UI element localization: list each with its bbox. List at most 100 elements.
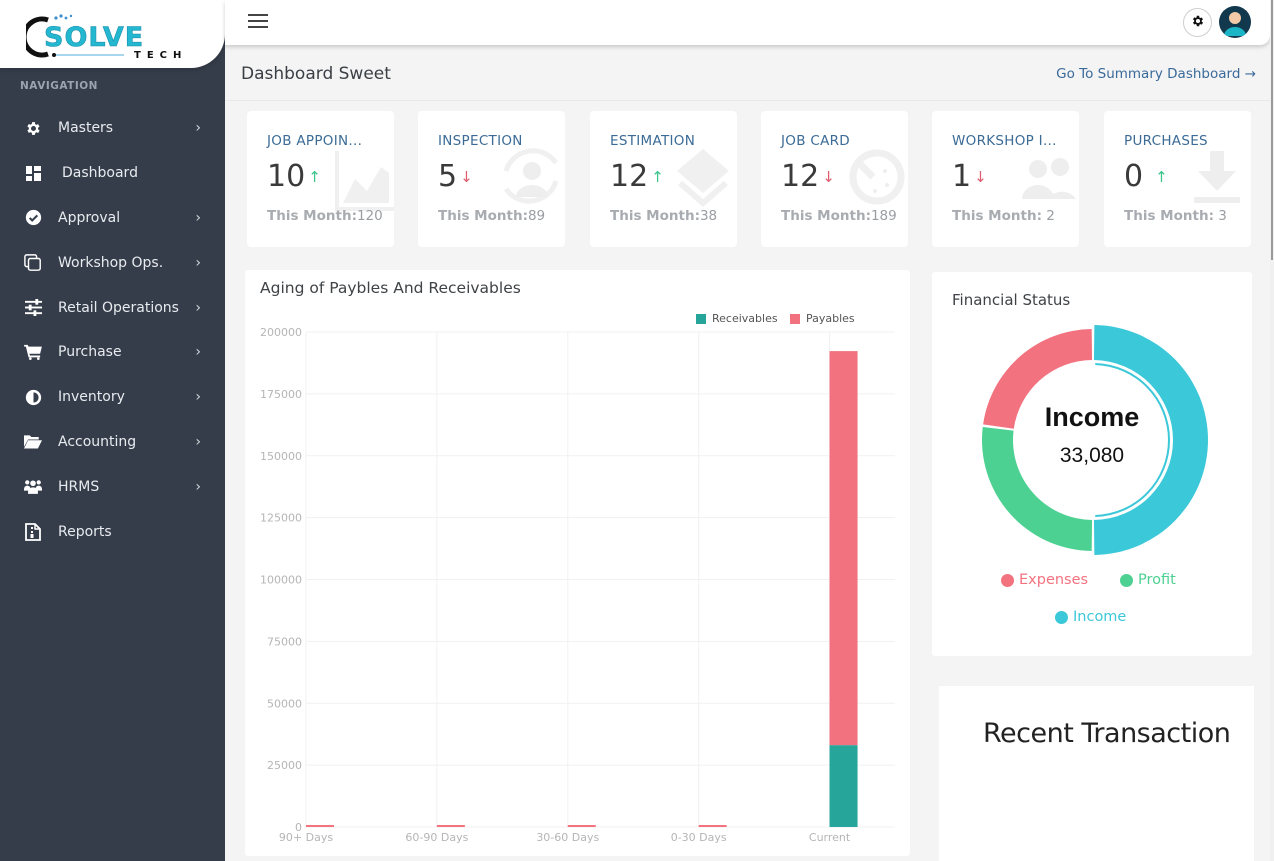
- x-tick-label: 30-60 Days: [536, 831, 599, 844]
- stopwatch-icon: [849, 149, 905, 205]
- chevron-right-icon: ›: [195, 433, 201, 450]
- user-icon: [1224, 12, 1246, 36]
- stat-month: This Month: 2: [952, 208, 1055, 224]
- month-value: 2: [1041, 208, 1055, 224]
- month-value: 38: [699, 208, 718, 224]
- bar-receivables: [829, 745, 858, 827]
- chevron-right-icon: ›: [195, 299, 201, 316]
- logo-text: SOLVE: [44, 22, 144, 53]
- legend-income[interactable]: Income: [1055, 609, 1126, 625]
- month-value: 89: [527, 208, 546, 224]
- sidebar-item-inventory[interactable]: Inventory ›: [0, 375, 225, 420]
- legend-label: Profit: [1138, 572, 1176, 588]
- sidebar-item-label: Masters: [58, 120, 114, 137]
- stat-title: JOB CARD: [781, 133, 850, 149]
- stat-card-workshop[interactable]: WORKSHOP I... 1 ↓ This Month: 2: [932, 111, 1079, 247]
- sidebar-item-label: Reports: [58, 523, 112, 540]
- arrow-down-icon: ↓: [460, 168, 473, 186]
- arrow-up-icon: ↑: [308, 168, 321, 186]
- sidebar-item-accounting[interactable]: Accounting ›: [0, 420, 225, 465]
- stat-card-estimation[interactable]: ESTIMATION 12 ↑ This Month:38: [590, 111, 737, 247]
- sidebar-item-masters[interactable]: Masters ›: [0, 106, 225, 151]
- sidebar-item-retail-operations[interactable]: Retail Operations ›: [0, 285, 225, 330]
- gear-icon: [1191, 13, 1205, 32]
- month-value: 3: [1213, 208, 1227, 224]
- menu-toggle-icon[interactable]: [248, 14, 268, 30]
- download-icon: [1194, 151, 1240, 203]
- bar-payables: [698, 825, 727, 827]
- x-tick-label: Current: [809, 831, 851, 844]
- legend-label: Expenses: [1019, 572, 1089, 588]
- y-tick-label: 200000: [260, 326, 302, 339]
- stat-month: This Month:38: [610, 208, 717, 224]
- settings-button[interactable]: [1183, 8, 1212, 37]
- stat-month: This Month:120: [267, 208, 383, 224]
- month-label: This Month:: [610, 208, 700, 224]
- page-scrollbar[interactable]: [1270, 0, 1274, 861]
- sidebar-item-dashboard[interactable]: Dashboard: [0, 151, 225, 196]
- sidebar-item-reports[interactable]: Reports: [0, 509, 225, 554]
- month-label: This Month:: [438, 208, 528, 224]
- stat-number: 1: [952, 159, 972, 194]
- sidebar-item-approval[interactable]: Approval ›: [0, 196, 225, 241]
- x-tick-label: 0-30 Days: [671, 831, 727, 844]
- chevron-right-icon: ›: [195, 389, 201, 406]
- sidebar-item-hrms[interactable]: HRMS ›: [0, 464, 225, 509]
- stat-value: 5 ↓: [438, 159, 473, 194]
- sidebar-item-label: Accounting: [58, 433, 137, 450]
- page-title: Dashboard Sweet: [241, 64, 391, 84]
- stat-card-job-card[interactable]: JOB CARD 12 ↓ This Month:189: [761, 111, 908, 247]
- legend-dot: [1001, 573, 1014, 587]
- legend-dot: [1055, 610, 1068, 624]
- stat-value: 0 ↑: [1124, 159, 1168, 194]
- month-value: 120: [356, 208, 383, 224]
- sidebar: SOLVE TECH NAVIGATION Masters › Dashboar…: [0, 0, 225, 861]
- y-tick-label: 175000: [260, 388, 302, 401]
- stat-title: WORKSHOP I...: [952, 133, 1057, 149]
- sidebar-item-workshop-ops[interactable]: Workshop Ops. ›: [0, 240, 225, 285]
- chevron-right-icon: ›: [195, 344, 201, 361]
- month-label: This Month:: [267, 208, 357, 224]
- copy-icon: [24, 253, 42, 272]
- stat-card-job-appointment[interactable]: JOB APPOIN... 10 ↑ This Month:120: [247, 111, 394, 247]
- user-sync-icon: [503, 148, 559, 204]
- sidebar-item-label: Retail Operations: [58, 299, 179, 316]
- stat-card-purchases[interactable]: PURCHASES 0 ↑ This Month: 3: [1104, 111, 1251, 247]
- month-label: This Month:: [781, 208, 871, 224]
- user-avatar[interactable]: [1219, 6, 1251, 38]
- legend-expenses[interactable]: Expenses: [1001, 572, 1088, 588]
- stat-title: INSPECTION: [438, 133, 523, 149]
- dashboard-icon: [24, 164, 42, 182]
- stat-title: PURCHASES: [1124, 133, 1208, 149]
- stat-number: 0: [1124, 159, 1144, 194]
- sidebar-item-label: Purchase: [58, 344, 122, 361]
- stat-card-inspection[interactable]: INSPECTION 5 ↓ This Month:89: [418, 111, 565, 247]
- stat-number: 5: [438, 159, 458, 194]
- legend-dot: [1120, 573, 1133, 587]
- stat-value: 10 ↑: [267, 159, 321, 194]
- sidebar-item-label: Dashboard: [62, 165, 138, 182]
- financial-status-card: Financial Status Income 33,080 Expenses …: [932, 272, 1252, 656]
- sidebar-item-purchase[interactable]: Purchase ›: [0, 330, 225, 375]
- sidebar-item-label: Inventory: [58, 389, 125, 406]
- legend-profit[interactable]: Profit: [1120, 572, 1176, 588]
- donut-center-label: Income: [1044, 402, 1140, 432]
- stat-title: JOB APPOIN...: [267, 133, 363, 149]
- users-icon: [1022, 158, 1076, 199]
- divider: [225, 100, 1270, 101]
- bar-payables: [436, 825, 465, 827]
- bar-payables: [567, 825, 596, 827]
- scrollbar-thumb[interactable]: [1271, 0, 1273, 260]
- y-tick-label: 75000: [267, 635, 302, 648]
- arrow-up-icon: ↑: [651, 168, 664, 186]
- solve-tech-logo[interactable]: SOLVE TECH: [26, 12, 201, 60]
- donut-center-value: 33,080: [1059, 444, 1125, 467]
- stat-month: This Month: 3: [1124, 208, 1227, 224]
- stat-month: This Month:89: [438, 208, 545, 224]
- stat-value: 1 ↓: [952, 159, 987, 194]
- summary-dashboard-link[interactable]: Go To Summary Dashboard →: [1056, 66, 1256, 82]
- sidebar-item-label: HRMS: [58, 478, 100, 495]
- sidebar-item-label: Workshop Ops.: [58, 254, 164, 271]
- layers-icon: [677, 149, 729, 207]
- chevron-right-icon: ›: [195, 478, 201, 495]
